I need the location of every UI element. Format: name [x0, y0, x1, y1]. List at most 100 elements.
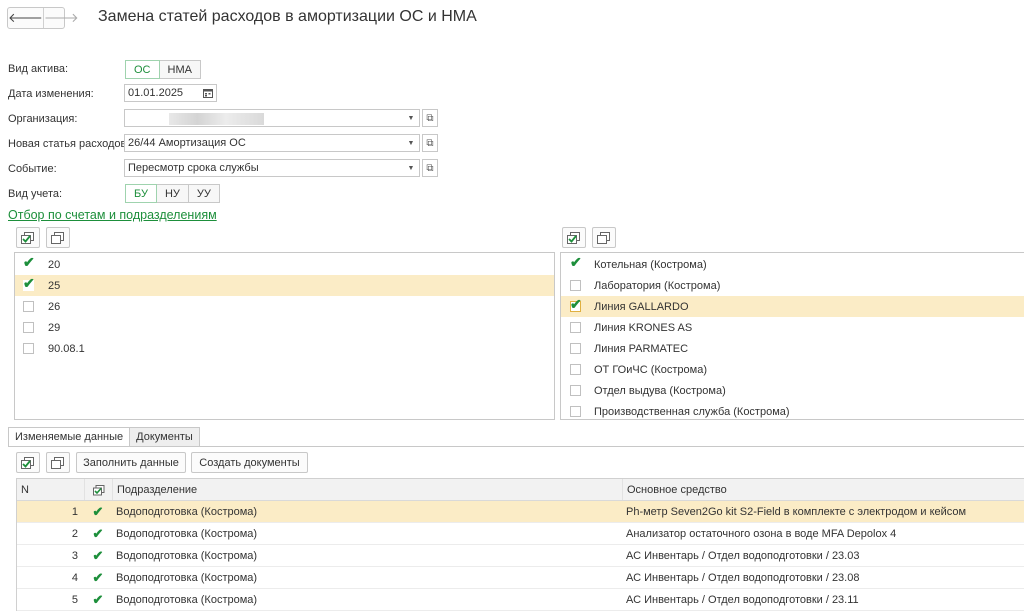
organization-label: Организация:	[8, 113, 78, 125]
new-expense-item-open-icon[interactable]: ⧉	[422, 134, 438, 152]
checkbox[interactable]	[23, 343, 34, 354]
row-number: 2	[71, 527, 78, 540]
departments-list: ✔ Котельная (Кострома) Лаборатория (Кост…	[560, 252, 1024, 420]
new-expense-item-label: Новая статья расходов:	[8, 138, 130, 150]
account-code: 26	[48, 300, 61, 313]
checkbox[interactable]	[570, 322, 581, 333]
data-table: N Подразделение Основное средство 1 ✔ Во…	[16, 478, 1024, 611]
organization-open-icon[interactable]: ⧉	[422, 109, 438, 127]
list-item[interactable]: Линия PARMATEC	[561, 338, 1024, 359]
table-header: N Подразделение Основное средство	[17, 479, 1024, 501]
row-number: 4	[71, 571, 78, 584]
checkbox[interactable]: ✔	[23, 276, 35, 291]
forward-arrow-icon[interactable]: 🡒	[42, 8, 79, 28]
checkbox[interactable]	[570, 343, 581, 354]
list-item[interactable]: 90.08.1	[15, 338, 554, 359]
change-date-label: Дата изменения:	[8, 88, 94, 100]
check-all-icon[interactable]	[16, 452, 40, 473]
filter-link[interactable]: Отбор по счетам и подразделениям	[8, 208, 217, 222]
page-title: Замена статей расходов в амортизации ОС …	[98, 8, 477, 25]
check-all-icon[interactable]	[16, 227, 40, 248]
list-item[interactable]: ✔ 20	[15, 254, 554, 275]
new-expense-item-field[interactable]: 26/44 Амортизация ОС ▼	[124, 134, 420, 152]
table-row[interactable]: 5 ✔ Водоподготовка (Кострома) АС Инвента…	[17, 589, 1024, 611]
row-checkbox[interactable]: ✔	[84, 501, 112, 522]
accounting-type-option-bu[interactable]: БУ	[125, 184, 157, 203]
row-asset: АС Инвентарь / Отдел водоподготовки / 23…	[626, 571, 860, 584]
tab-changed-data[interactable]: Изменяемые данные	[8, 427, 131, 447]
organization-field[interactable]: ▼	[124, 109, 420, 127]
asset-type-toggle: ОС НМА	[125, 60, 201, 79]
list-item[interactable]: ✔ Котельная (Кострома)	[561, 254, 1024, 275]
accounts-list: ✔ 20 ✔ 25 26 29 90.08.1	[14, 252, 555, 420]
checkbox[interactable]: ✔	[23, 255, 35, 270]
checkbox[interactable]	[570, 364, 581, 375]
list-item[interactable]: Лаборатория (Кострома)	[561, 275, 1024, 296]
uncheck-all-icon[interactable]	[46, 227, 70, 248]
nav-buttons: 🡐 🡒	[7, 7, 79, 29]
check-all-icon	[93, 484, 105, 495]
list-item[interactable]: ✔ Линия GALLARDO	[561, 296, 1024, 317]
column-header-n[interactable]: N	[17, 479, 84, 500]
table-row[interactable]: 2 ✔ Водоподготовка (Кострома) Анализатор…	[17, 523, 1024, 545]
table-row[interactable]: 1 ✔ Водоподготовка (Кострома) Ph-метр Se…	[17, 501, 1024, 523]
department-name: Производственная служба (Кострома)	[594, 405, 790, 418]
account-code: 29	[48, 321, 61, 334]
new-expense-item-value: 26/44 Амортизация ОС	[128, 137, 246, 149]
check-all-icon[interactable]	[562, 227, 586, 248]
back-arrow-icon[interactable]: 🡐	[8, 8, 43, 28]
checkbox[interactable]: ✔	[570, 297, 582, 312]
row-asset: АС Инвентарь / Отдел водоподготовки / 23…	[626, 593, 859, 606]
row-checkbox[interactable]: ✔	[84, 567, 112, 588]
table-row[interactable]: 3 ✔ Водоподготовка (Кострома) АС Инвента…	[17, 545, 1024, 567]
column-header-check[interactable]	[84, 479, 112, 500]
asset-type-option-nma[interactable]: НМА	[159, 60, 201, 79]
checkbox[interactable]	[570, 385, 581, 396]
column-header-asset[interactable]: Основное средство	[622, 479, 1024, 500]
row-number: 3	[71, 549, 78, 562]
department-name: ОТ ГОиЧС (Кострома)	[594, 363, 708, 376]
row-checkbox[interactable]: ✔	[84, 545, 112, 566]
checkbox[interactable]	[570, 406, 581, 417]
chevron-down-icon[interactable]: ▼	[403, 110, 419, 126]
checkbox[interactable]	[23, 301, 34, 312]
tab-documents[interactable]: Документы	[130, 427, 200, 447]
column-header-subdivision[interactable]: Подразделение	[112, 479, 622, 500]
list-item[interactable]: Линия KRONES AS	[561, 317, 1024, 338]
row-checkbox[interactable]: ✔	[84, 589, 112, 610]
calendar-icon[interactable]	[203, 88, 213, 98]
chevron-down-icon[interactable]: ▼	[403, 160, 419, 176]
row-checkbox[interactable]: ✔	[84, 523, 112, 544]
change-date-field[interactable]: 01.01.2025	[124, 84, 217, 102]
department-name: Линия KRONES AS	[594, 321, 693, 334]
asset-type-label: Вид актива:	[8, 63, 69, 75]
tab-divider	[8, 446, 1024, 447]
department-name: Линия PARMATEC	[594, 342, 689, 355]
event-field[interactable]: Пересмотр срока службы ▼	[124, 159, 420, 177]
checkbox[interactable]	[23, 322, 34, 333]
list-item[interactable]: Отдел выдува (Кострома)	[561, 380, 1024, 401]
row-subdivision: Водоподготовка (Кострома)	[116, 527, 258, 540]
create-documents-button[interactable]: Создать документы	[191, 452, 308, 473]
accounting-type-option-uu[interactable]: УУ	[188, 184, 220, 203]
chevron-down-icon[interactable]: ▼	[403, 135, 419, 151]
row-number: 1	[71, 505, 78, 518]
list-item[interactable]: Производственная служба (Кострома)	[561, 401, 1024, 419]
department-name: Лаборатория (Кострома)	[594, 279, 721, 292]
list-item[interactable]: 26	[15, 296, 554, 317]
table-row[interactable]: 4 ✔ Водоподготовка (Кострома) АС Инвента…	[17, 567, 1024, 589]
event-open-icon[interactable]: ⧉	[422, 159, 438, 177]
list-item[interactable]: ОТ ГОиЧС (Кострома)	[561, 359, 1024, 380]
uncheck-all-icon[interactable]	[592, 227, 616, 248]
row-asset: Анализатор остаточного озона в воде MFA …	[626, 527, 897, 540]
list-item[interactable]: ✔ 25	[15, 275, 554, 296]
checkbox[interactable]	[570, 280, 581, 291]
accounting-type-option-nu[interactable]: НУ	[156, 184, 189, 203]
checkbox[interactable]: ✔	[570, 255, 582, 270]
row-subdivision: Водоподготовка (Кострома)	[116, 571, 258, 584]
event-label: Событие:	[8, 163, 57, 175]
list-item[interactable]: 29	[15, 317, 554, 338]
fill-data-button[interactable]: Заполнить данные	[76, 452, 186, 473]
asset-type-option-os[interactable]: ОС	[125, 60, 160, 79]
uncheck-all-icon[interactable]	[46, 452, 70, 473]
